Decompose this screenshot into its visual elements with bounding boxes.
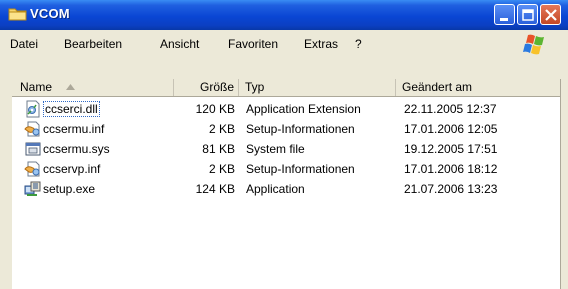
list-item[interactable]: ccsermu.inf 2 KB Setup-Informationen 17.… [12, 119, 568, 139]
column-header-size[interactable]: Größe [174, 79, 239, 96]
column-header-modified[interactable]: Geändert am [396, 79, 562, 96]
file-type: Application Extension [246, 102, 361, 116]
close-icon [545, 9, 557, 21]
left-frame [0, 58, 12, 289]
window-title: VCOM [30, 6, 70, 21]
dll-file-icon [26, 100, 40, 118]
menu-bearbeiten[interactable]: Bearbeiten [64, 37, 122, 51]
menu-ansicht[interactable]: Ansicht [160, 37, 199, 51]
file-type: Setup-Informationen [246, 162, 355, 176]
folder-icon [8, 8, 27, 21]
column-header-row: Name Größe Typ Geändert am [12, 79, 568, 97]
menu-help[interactable]: ? [355, 37, 362, 51]
inf-file-icon [24, 161, 40, 177]
file-modified: 17.01.2006 18:12 [404, 162, 498, 176]
file-type: System file [246, 142, 305, 156]
file-modified: 21.07.2006 13:23 [404, 182, 498, 196]
file-size: 2 KB [208, 122, 235, 136]
column-header-type-label: Typ [245, 80, 265, 94]
menu-favoriten[interactable]: Favoriten [228, 37, 278, 51]
file-size: 81 KB [202, 142, 235, 156]
column-header-type[interactable]: Typ [239, 79, 396, 96]
minimize-icon [500, 18, 508, 21]
file-modified: 17.01.2006 12:05 [404, 122, 498, 136]
exe-file-icon [24, 181, 41, 196]
file-type: Setup-Informationen [246, 122, 355, 136]
list-item[interactable]: ccsermu.sys 81 KB System file 19.12.2005… [12, 139, 568, 159]
file-size: 120 KB [195, 102, 235, 116]
close-button[interactable] [540, 4, 561, 25]
file-size: 124 KB [195, 182, 235, 196]
menu-datei[interactable]: Datei [10, 37, 38, 51]
file-type: Application [246, 182, 305, 196]
windows-logo-icon [523, 34, 544, 55]
file-modified: 22.11.2005 12:37 [404, 102, 497, 116]
maximize-icon [522, 9, 534, 21]
menu-extras[interactable]: Extras [304, 37, 338, 51]
title-bar[interactable]: VCOM [0, 0, 568, 30]
column-header-modified-label: Geändert am [402, 80, 473, 94]
file-modified: 19.12.2005 17:51 [404, 142, 498, 156]
file-list: ccserci.dll 120 KB Application Extension… [12, 97, 568, 289]
menu-bar: Datei Bearbeiten Ansicht Favoriten Extra… [0, 30, 568, 59]
column-header-name-label: Name [20, 80, 53, 94]
inf-file-icon [24, 121, 40, 137]
file-name: ccsermu.inf [43, 122, 105, 136]
minimize-button[interactable] [494, 4, 515, 25]
toolbar-gap [12, 58, 568, 79]
column-header-size-label: Größe [199, 80, 234, 94]
sys-file-icon [25, 142, 41, 156]
sort-up-icon [66, 84, 75, 90]
list-item[interactable]: setup.exe 124 KB Application 21.07.2006 … [12, 179, 568, 199]
file-name: setup.exe [43, 182, 96, 196]
file-name: ccsermu.sys [43, 142, 110, 156]
explorer-window: VCOM Datei Bearbeiten Ansicht Favoriten … [0, 0, 568, 289]
list-item[interactable]: ccservp.inf 2 KB Setup-Informationen 17.… [12, 159, 568, 179]
column-header-name[interactable]: Name [12, 79, 174, 96]
maximize-button[interactable] [517, 4, 538, 25]
file-name: ccserci.dll [43, 101, 100, 117]
file-size: 2 KB [208, 162, 235, 176]
right-frame [560, 79, 568, 289]
file-name: ccservp.inf [43, 162, 101, 176]
list-item[interactable]: ccserci.dll 120 KB Application Extension… [12, 99, 568, 119]
